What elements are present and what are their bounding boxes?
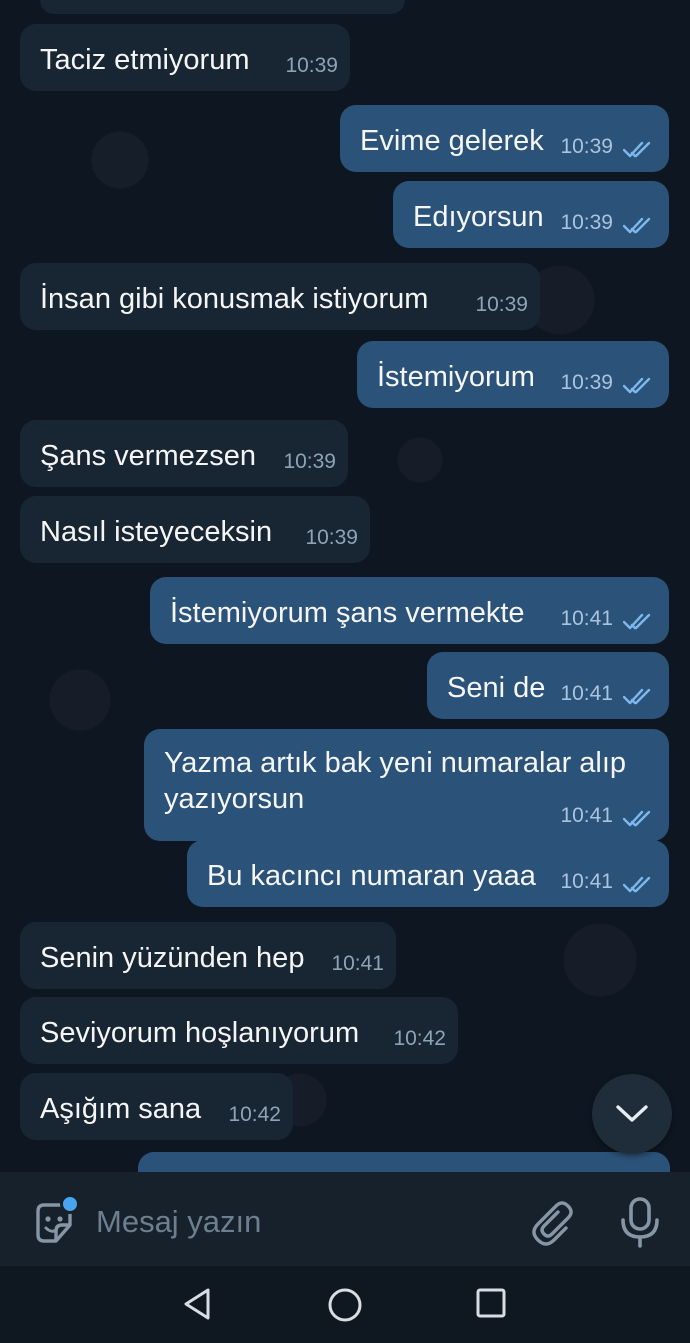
message-text: Taciz etmiyorum [40,44,250,76]
system-navigation-bar [0,1266,690,1343]
message-time: 10:39 [283,449,336,473]
double-check-icon [623,810,651,827]
double-check-icon [623,688,651,705]
message-text: Aşığım sana [40,1093,202,1125]
message-time: 10:39 [560,134,613,158]
message-bubble-incoming[interactable]: Taciz etmiyorum 10:39 [20,24,350,91]
double-check-icon [623,217,651,234]
message-text: Senin yüzünden hep [40,942,305,974]
message-time: 10:41 [560,869,613,893]
message-text: İnsan gibi konusmak istiyorum [40,283,429,315]
message-bubble-incoming[interactable]: Nasıl isteyeceksin 10:39 [20,496,370,563]
back-triangle-icon[interactable] [180,1286,216,1322]
message-bubble-incoming[interactable]: İnsan gibi konusmak istiyorum 10:39 [20,263,540,330]
message-composer [0,1172,690,1266]
previous-message-edge [40,0,405,14]
message-time: 10:42 [228,1102,281,1126]
message-time: 10:42 [393,1026,446,1050]
message-text: Edıyorsun [413,201,544,233]
message-text: Seviyorum hoşlanıyorum [40,1017,360,1049]
message-text: İstemiyorum şans vermekte [170,597,525,629]
scroll-to-bottom-button[interactable] [592,1074,672,1154]
chevron-down-icon [616,1105,648,1122]
message-time: 10:39 [560,210,613,234]
message-input[interactable] [96,1200,496,1244]
message-bubble-incoming[interactable]: Aşığım sana 10:42 [20,1073,293,1140]
message-time: 10:39 [305,525,358,549]
message-bubble-outgoing[interactable]: İstemiyorum şans vermekte 10:41 [150,577,669,644]
message-bubble-outgoing[interactable]: İstemiyorum 10:39 [357,341,669,408]
message-time: 10:39 [560,370,613,394]
message-time: 10:41 [331,951,384,975]
message-text: Nasıl isteyeceksin [40,516,273,548]
double-check-icon [623,876,651,893]
paperclip-icon[interactable] [528,1198,576,1246]
message-time: 10:39 [285,53,338,77]
message-time: 10:41 [560,681,613,705]
message-text: Evime gelerek [360,125,544,157]
microphone-icon[interactable] [618,1196,662,1248]
message-bubble-outgoing[interactable]: Seni de 10:41 [427,652,669,719]
double-check-icon [623,613,651,630]
message-time: 10:39 [475,292,528,316]
message-time: 10:41 [560,803,613,827]
double-check-icon [623,141,651,158]
message-text: Seni de [447,672,546,704]
message-bubble-incoming[interactable]: Senin yüzünden hep 10:41 [20,922,396,989]
message-text: Bu kacıncı numaran yaaa [207,860,536,892]
chat-area[interactable]: Taciz etmiyorum 10:39 Evime gelerek 10:3… [0,0,690,1172]
recents-square-icon[interactable] [474,1286,508,1320]
message-bubble-outgoing[interactable]: Bu kacıncı numaran yaaa 10:41 [187,840,669,907]
message-text: İstemiyorum [377,361,535,393]
home-circle-icon[interactable] [326,1286,364,1324]
message-time: 10:41 [560,606,613,630]
message-bubble-outgoing-partial [138,1152,670,1172]
message-bubble-outgoing[interactable]: Edıyorsun 10:39 [393,181,669,248]
message-bubble-incoming[interactable]: Seviyorum hoşlanıyorum 10:42 [20,997,458,1064]
double-check-icon [623,377,651,394]
notification-dot [60,1194,80,1214]
message-bubble-outgoing[interactable]: Evime gelerek 10:39 [340,105,669,172]
message-bubble-outgoing[interactable]: Yazma artık bak yeni numaralar alıp yazı… [144,729,669,841]
message-bubble-incoming[interactable]: Şans vermezsen 10:39 [20,420,348,487]
message-text: Şans vermezsen [40,440,256,472]
